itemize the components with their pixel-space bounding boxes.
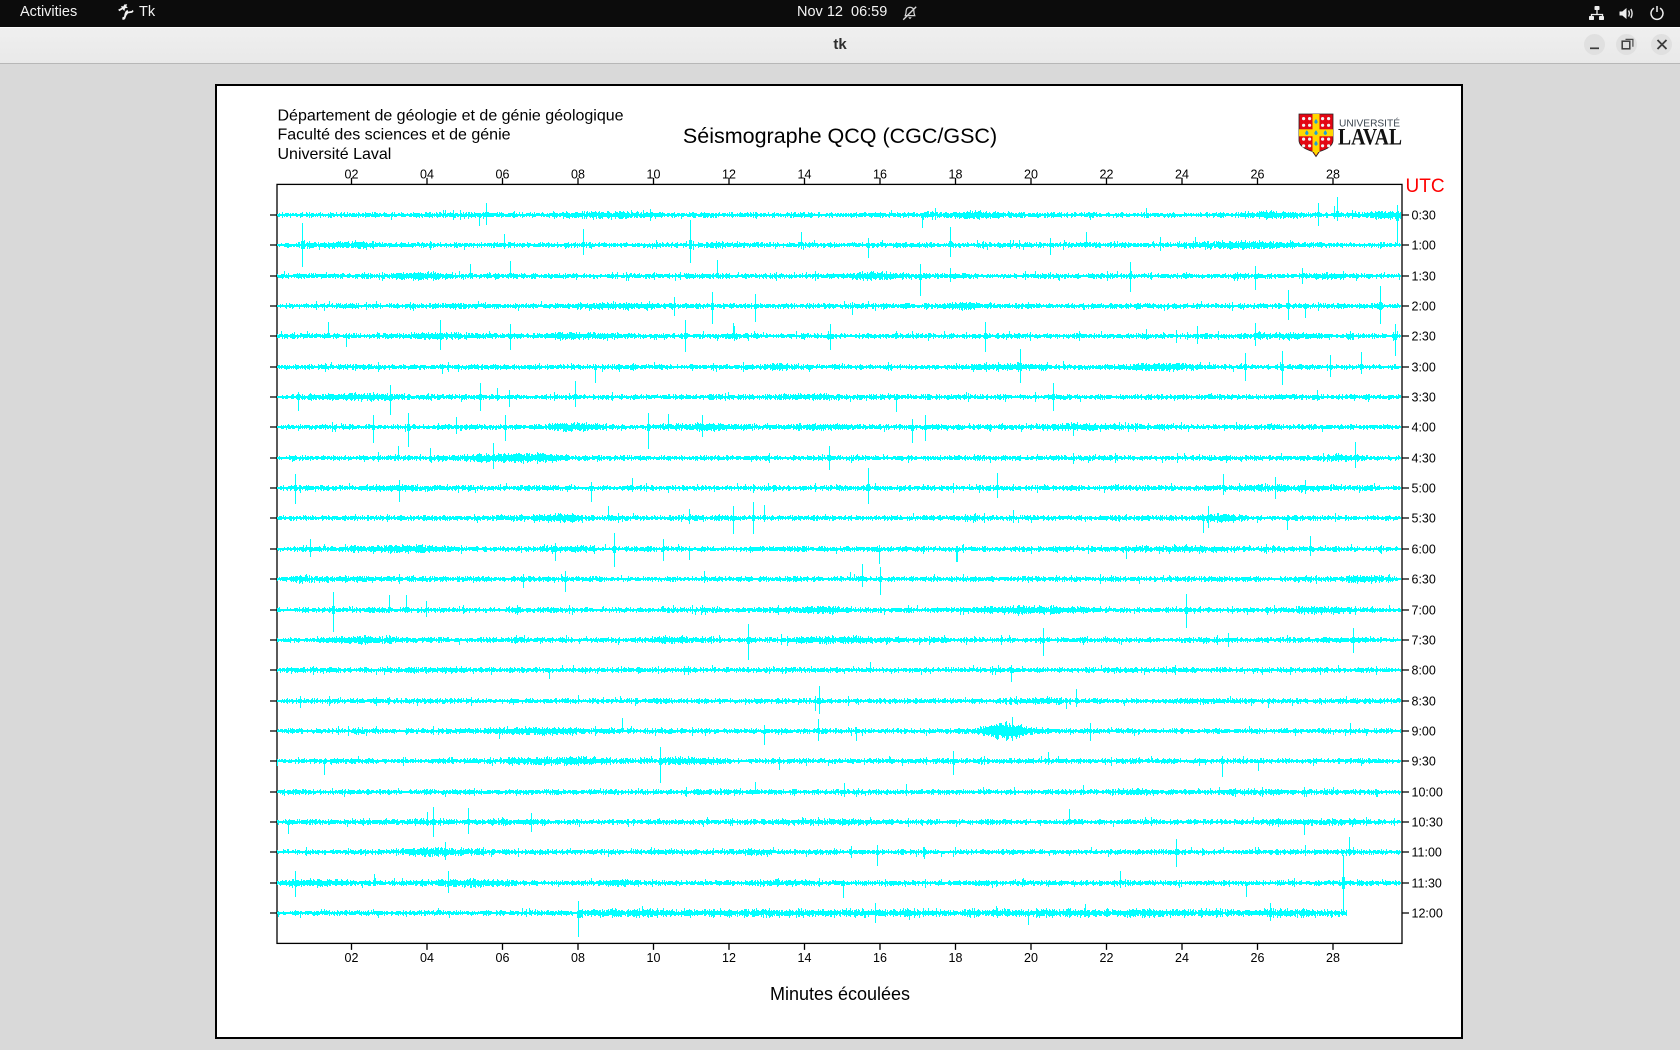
svg-text:02: 02 <box>345 951 359 965</box>
svg-text:9:30: 9:30 <box>1412 755 1436 769</box>
svg-text:11:00: 11:00 <box>1412 846 1442 860</box>
svg-text:5:00: 5:00 <box>1412 482 1436 496</box>
svg-text:12: 12 <box>722 951 736 965</box>
svg-text:08: 08 <box>571 951 585 965</box>
svg-text:6:30: 6:30 <box>1412 573 1436 587</box>
svg-text:2:30: 2:30 <box>1412 330 1436 344</box>
svg-text:8:30: 8:30 <box>1412 695 1436 709</box>
svg-text:Minutes écoulées: Minutes écoulées <box>770 984 910 1004</box>
svg-text:10:00: 10:00 <box>1412 786 1443 800</box>
svg-text:0:30: 0:30 <box>1412 209 1436 223</box>
svg-text:7:30: 7:30 <box>1412 634 1436 648</box>
svg-text:12: 12 <box>722 167 736 181</box>
svg-text:1:00: 1:00 <box>1412 239 1436 253</box>
svg-text:28: 28 <box>1326 951 1340 965</box>
svg-text:12:00: 12:00 <box>1412 907 1443 921</box>
svg-text:26: 26 <box>1251 951 1265 965</box>
svg-text:10:30: 10:30 <box>1412 816 1443 830</box>
svg-text:3:00: 3:00 <box>1412 361 1436 375</box>
svg-text:2:00: 2:00 <box>1412 300 1436 314</box>
svg-text:Département de géologie et de: Département de géologie et de génie géol… <box>278 107 624 124</box>
svg-text:24: 24 <box>1175 951 1189 965</box>
svg-text:Séismographe QCQ (CGC/GSC): Séismographe QCQ (CGC/GSC) <box>683 124 997 148</box>
svg-text:7:00: 7:00 <box>1412 604 1436 618</box>
svg-text:5:30: 5:30 <box>1412 512 1436 526</box>
svg-text:20: 20 <box>1024 951 1038 965</box>
svg-text:18: 18 <box>949 167 963 181</box>
svg-text:9:00: 9:00 <box>1412 725 1436 739</box>
svg-text:08: 08 <box>571 167 585 181</box>
svg-text:6:00: 6:00 <box>1412 543 1436 557</box>
svg-text:04: 04 <box>420 951 434 965</box>
svg-text:28: 28 <box>1326 167 1340 181</box>
svg-text:02: 02 <box>345 167 359 181</box>
svg-text:8:00: 8:00 <box>1412 664 1436 678</box>
svg-text:4:00: 4:00 <box>1412 421 1436 435</box>
svg-text:1:30: 1:30 <box>1412 270 1436 284</box>
svg-text:Faculté des sciences et de gén: Faculté des sciences et de génie <box>278 127 511 144</box>
svg-text:Université Laval: Université Laval <box>278 146 392 163</box>
svg-text:LAVAL: LAVAL <box>1338 125 1402 150</box>
svg-text:10: 10 <box>647 167 661 181</box>
svg-text:04: 04 <box>420 167 434 181</box>
svg-text:UTC: UTC <box>1406 176 1445 197</box>
svg-text:16: 16 <box>873 951 887 965</box>
svg-text:16: 16 <box>873 167 887 181</box>
svg-text:06: 06 <box>496 167 510 181</box>
svg-text:22: 22 <box>1100 167 1114 181</box>
svg-text:4:30: 4:30 <box>1412 452 1436 466</box>
svg-text:14: 14 <box>798 951 812 965</box>
svg-text:20: 20 <box>1024 167 1038 181</box>
svg-text:3:30: 3:30 <box>1412 391 1436 405</box>
svg-text:11:30: 11:30 <box>1412 877 1442 891</box>
svg-text:10: 10 <box>647 951 661 965</box>
svg-text:26: 26 <box>1251 167 1265 181</box>
svg-text:14: 14 <box>798 167 812 181</box>
svg-text:22: 22 <box>1100 951 1114 965</box>
svg-text:24: 24 <box>1175 167 1189 181</box>
svg-text:06: 06 <box>496 951 510 965</box>
svg-text:18: 18 <box>949 951 963 965</box>
